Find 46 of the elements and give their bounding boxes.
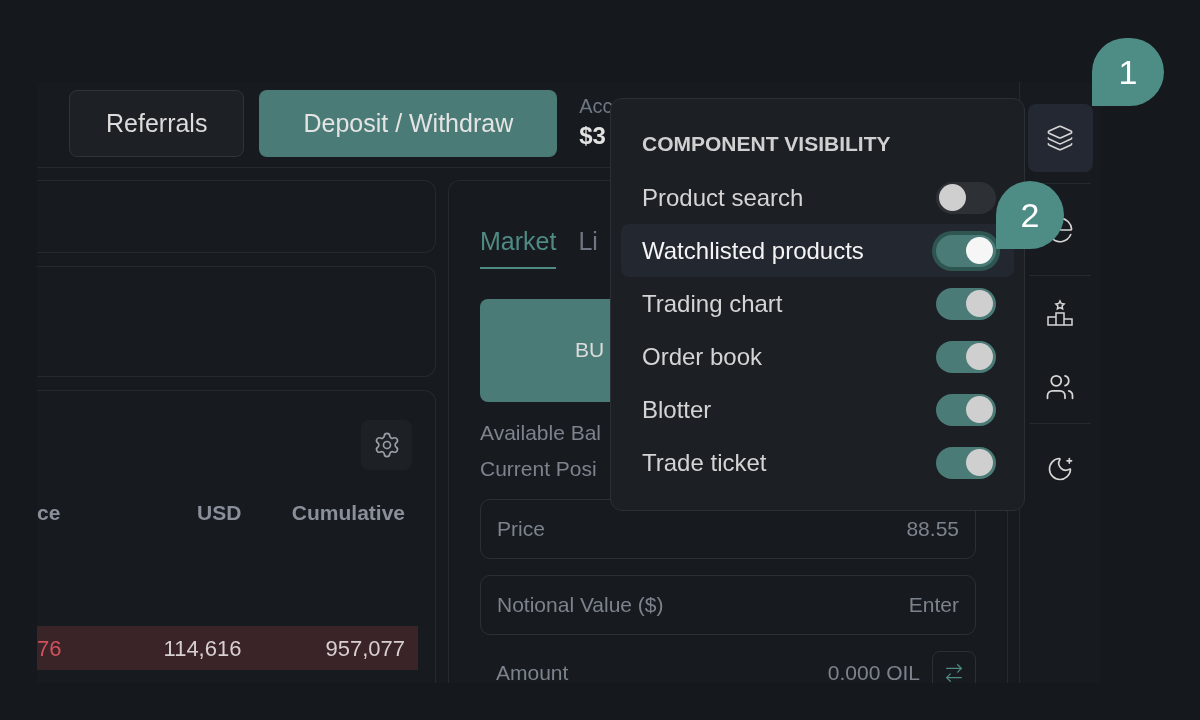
toggle-switch[interactable] — [936, 393, 996, 426]
info-label: Available Bal — [480, 419, 602, 446]
menu-item[interactable]: Blotter — [621, 383, 1014, 436]
field-value: 88.55 — [906, 515, 959, 542]
menu-item[interactable]: Order book — [621, 330, 1014, 383]
menu-title: COMPONENT VISIBILITY — [641, 131, 892, 157]
input-field[interactable]: Notional Value ($) Enter — [480, 574, 976, 635]
stat-label: Acc — [579, 94, 613, 119]
menu-item-label: Blotter — [642, 394, 712, 425]
info-label: Current Posi — [480, 455, 597, 482]
menu-item-label: Watchlisted products — [642, 235, 864, 266]
column-header: Cumulative — [290, 500, 405, 527]
settings-button[interactable] — [361, 420, 412, 470]
stat-value: $3 — [579, 121, 607, 151]
usd-cell-text: 114,616 — [162, 634, 242, 663]
swap-icon — [943, 661, 965, 683]
price-cell-text: 76 — [37, 634, 63, 663]
moon-icon — [1046, 455, 1074, 483]
toggle-switch[interactable] — [936, 340, 996, 373]
referrals-button[interactable]: Referrals — [69, 90, 245, 157]
swap-button[interactable] — [932, 650, 976, 683]
field-placeholder: Enter — [908, 591, 959, 618]
menu-item-label: Order book — [642, 341, 763, 372]
callout-tooltip: 1 — [1092, 38, 1164, 106]
toggle-switch[interactable] — [936, 287, 996, 320]
cumulative-cell-text: 957,077 — [324, 634, 405, 663]
field-label: Price — [497, 515, 545, 542]
menu-item-label: Trading chart — [642, 288, 783, 319]
sidebar-button[interactable] — [1027, 103, 1093, 172]
tab[interactable]: Market — [480, 223, 557, 269]
deposit-button[interactable]: Deposit / Withdraw — [259, 90, 558, 157]
toggle-switch[interactable] — [936, 181, 996, 214]
menu-item-label: Trade ticket — [642, 447, 767, 478]
column-header: USD — [196, 500, 242, 527]
menu-item-label: Product search — [642, 182, 804, 213]
column-header: ce — [37, 500, 62, 527]
field-label: Notional Value ($) — [497, 591, 664, 618]
layers-icon — [1046, 123, 1074, 152]
toggle-switch[interactable] — [936, 446, 996, 479]
amount-value: 0.000 OIL — [827, 659, 920, 683]
podium-icon — [1047, 299, 1073, 327]
menu-item[interactable]: Trade ticket — [621, 436, 1014, 489]
amount-label: Amount — [496, 659, 569, 683]
tab[interactable]: Li — [578, 223, 598, 269]
menu-item[interactable]: Watchlisted products — [621, 224, 1014, 277]
menu-item[interactable]: Trading chart — [621, 277, 1014, 330]
